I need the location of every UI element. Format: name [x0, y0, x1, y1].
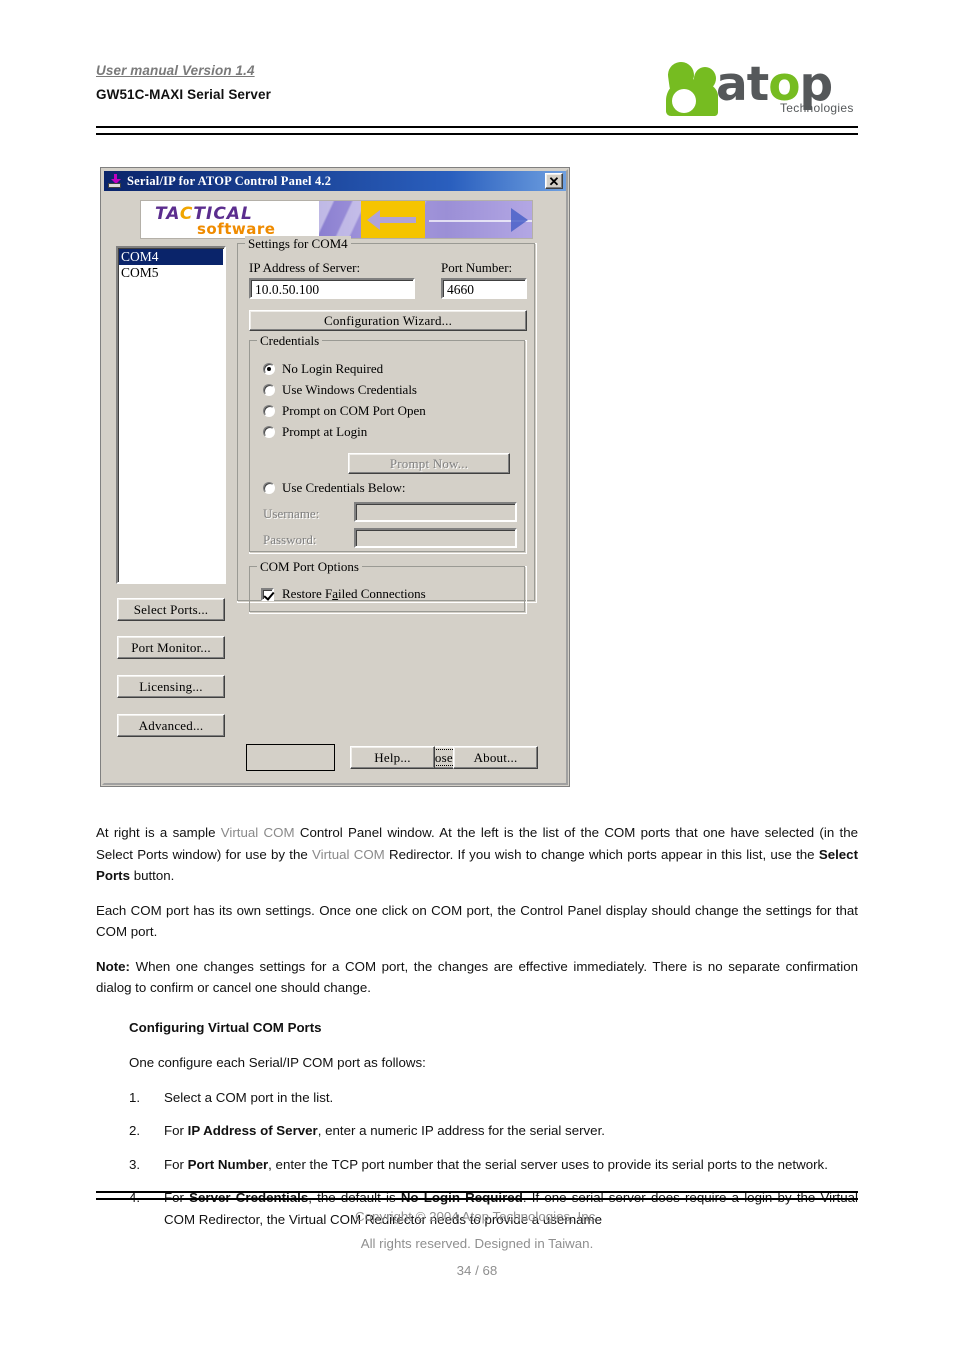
radio-label: Use Credentials Below: [282, 480, 406, 495]
radio-label: Prompt at Login [282, 424, 368, 439]
paragraph-note: Note: When one changes settings for a CO… [96, 958, 858, 996]
radio-use-windows-credentials[interactable]: Use Windows Credentials [263, 382, 417, 398]
atop-logo-subtitle: Technologies [780, 101, 854, 115]
credentials-group-title: Credentials [257, 333, 323, 349]
footer-page-number: 34 / 68 [456, 1263, 498, 1278]
help-button[interactable]: Help... [350, 746, 435, 769]
page-footer: Copyright © 2004 Atop Technologies, Inc.… [96, 1203, 858, 1284]
port-number-label: Port Number: [441, 260, 513, 275]
step-text: For IP Address of Server, enter a numeri… [164, 1123, 605, 1138]
password-input[interactable] [354, 528, 517, 548]
prompt-now-button[interactable]: Prompt Now... [348, 453, 510, 474]
radio-label: Prompt on COM Port Open [282, 403, 426, 418]
list-item: 3. For Port Number, enter the TCP port n… [129, 1154, 858, 1176]
radio-icon [263, 482, 275, 494]
about-button[interactable]: About... [453, 746, 538, 769]
page-header: User manual Version 1.4 GW51C-MAXI Seria… [96, 57, 858, 124]
serial-port-icon [107, 173, 123, 189]
licensing-button[interactable]: Licensing... [117, 675, 225, 698]
radio-icon [263, 384, 275, 396]
radio-prompt-at-login[interactable]: Prompt at Login [263, 424, 367, 440]
window-titlebar[interactable]: Serial/IP for ATOP Control Panel 4.2 ✕ [104, 171, 566, 191]
step-number: 1. [129, 1089, 141, 1105]
section-subheading: Configuring Virtual COM Ports [129, 1019, 322, 1035]
configuration-wizard-button[interactable]: Configuration Wizard... [249, 310, 527, 331]
radio-prompt-on-com-port-open[interactable]: Prompt on COM Port Open [263, 403, 426, 419]
radio-icon [263, 405, 275, 417]
steps-intro: One configure each Serial/IP COM port as… [129, 1055, 426, 1070]
footer-copyright: Copyright © 2004 Atop Technologies, Inc. [355, 1209, 599, 1224]
paragraph-1: At right is a sample Virtual COM Control… [96, 825, 859, 883]
tactical-software-banner: TACTICAL software [140, 200, 533, 239]
radio-use-credentials-below[interactable]: Use Credentials Below: [263, 480, 405, 496]
port-monitor-button[interactable]: Port Monitor... [117, 636, 225, 659]
banner-brand-accent: C [179, 204, 194, 224]
username-input[interactable] [354, 502, 517, 522]
step-text: For Port Number, enter the TCP port numb… [164, 1156, 828, 1172]
password-label: Password: [263, 532, 317, 547]
advanced-button[interactable]: Advanced... [117, 714, 225, 737]
radio-label: No Login Required [282, 361, 384, 376]
select-ports-button[interactable]: Select Ports... [117, 598, 225, 621]
radio-icon [263, 363, 275, 375]
banner-yellow-block [361, 201, 425, 238]
ip-address-label: IP Address of Server: [249, 260, 361, 275]
com-port-list[interactable]: COM4 COM5 [116, 246, 226, 584]
footer-rights: All rights reserved. Designed in Taiwan. [360, 1236, 594, 1251]
step-number: 3. [129, 1156, 141, 1172]
com-port-options-title: COM Port Options [257, 559, 362, 575]
close-icon[interactable]: ✕ [545, 173, 563, 189]
radio-icon [263, 426, 275, 438]
atop-logo: atop Technologies [662, 57, 858, 122]
list-item[interactable]: COM5 [119, 265, 223, 281]
serialip-control-panel-window[interactable]: Serial/IP for ATOP Control Panel 4.2 ✕ T… [100, 167, 570, 787]
arrow-right-icon [511, 208, 528, 232]
close-button-default-frame: Close [246, 744, 480, 771]
step-text: Select a COM port in the list. [164, 1089, 334, 1105]
banner-graphic [319, 201, 532, 238]
port-number-input[interactable]: 4660 [441, 278, 527, 299]
paragraph-2: Each COM port has its own settings. Once… [96, 902, 858, 940]
header-divider [96, 126, 858, 135]
checkbox-label: Restore Failed Connections [282, 586, 426, 601]
window-title: Serial/IP for ATOP Control Panel 4.2 [127, 173, 332, 188]
list-item: 2. For IP Address of Server, enter a num… [129, 1120, 858, 1142]
step-number: 2. [129, 1123, 141, 1138]
username-label: Username: [263, 506, 320, 521]
footer-divider [96, 1191, 858, 1200]
body-content: At right is a sample Virtual COM Control… [96, 822, 858, 1242]
radio-no-login-required[interactable]: No Login Required [263, 361, 383, 377]
list-item: 1. Select a COM port in the list. [129, 1087, 858, 1109]
settings-group-title: Settings for COM4 [245, 236, 351, 252]
restore-failed-connections-checkbox[interactable]: Restore Failed Connections [261, 586, 426, 602]
logo-word-part1: at [716, 57, 769, 112]
checkbox-icon [261, 587, 274, 601]
radio-label: Use Windows Credentials [282, 382, 417, 397]
list-item[interactable]: COM4 [119, 249, 223, 265]
ip-address-input[interactable]: 10.0.50.100 [249, 278, 415, 299]
